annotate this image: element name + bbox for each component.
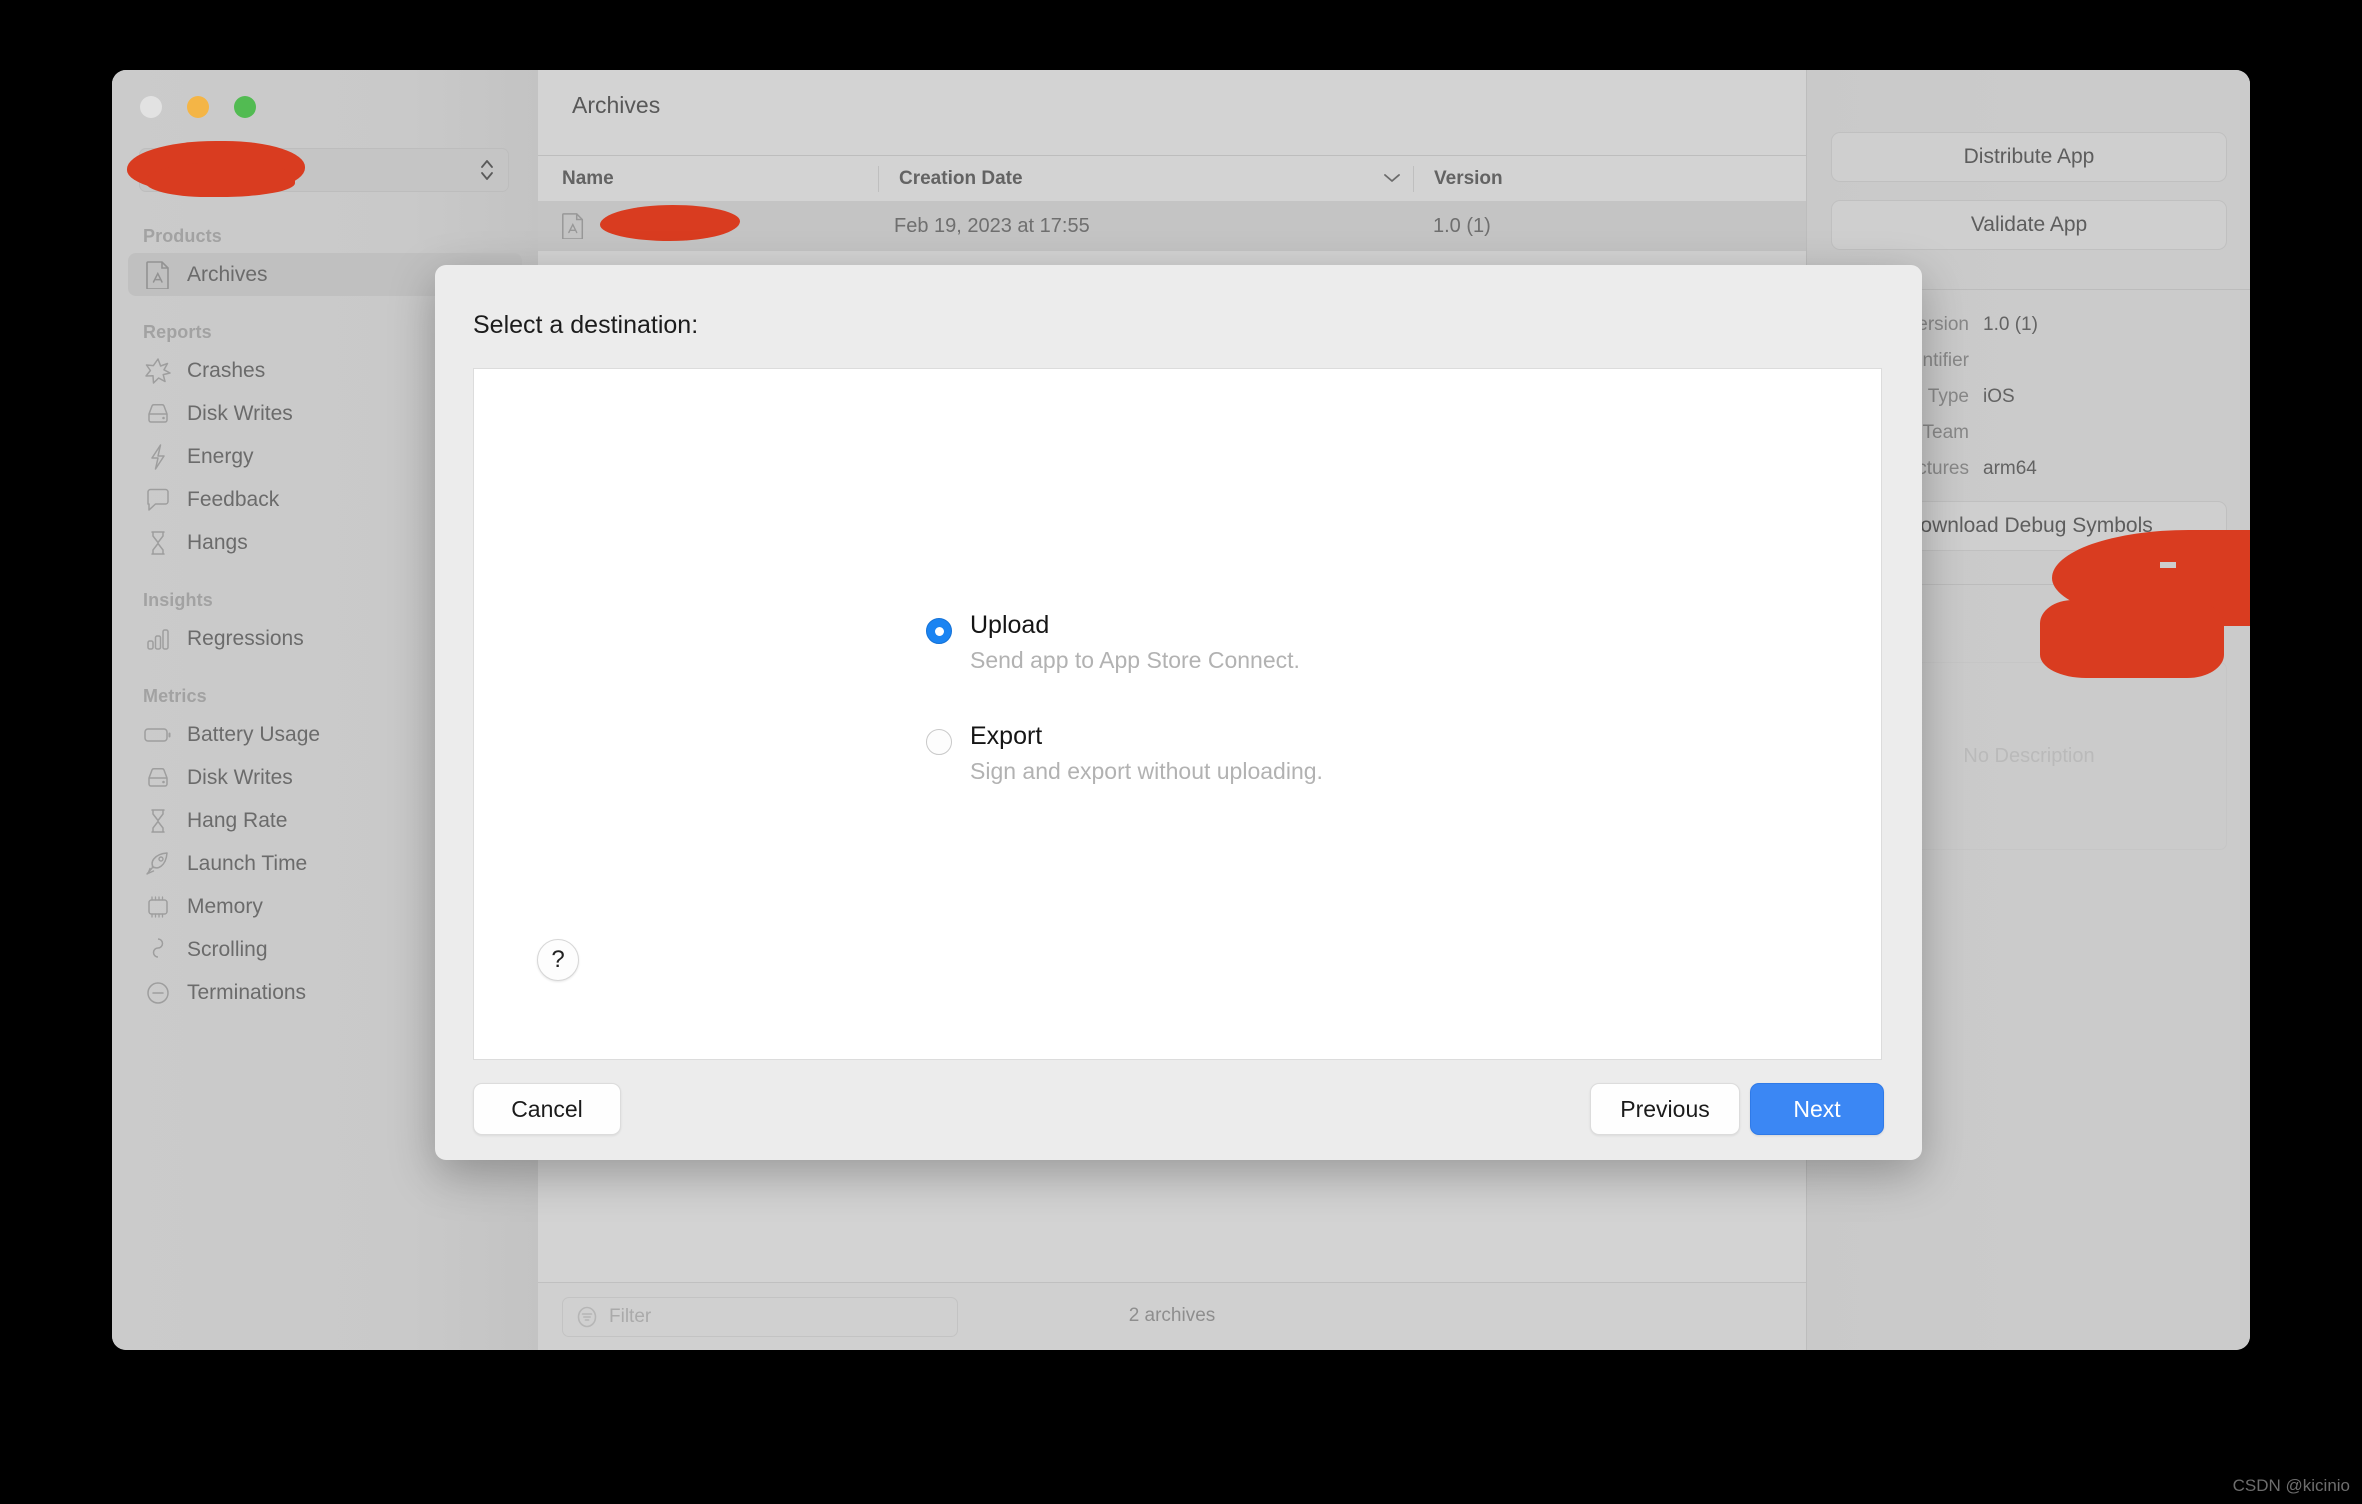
redacted-archive-name [600, 205, 740, 241]
sidebar-item-label: Regressions [187, 626, 304, 650]
zoom-window-button[interactable] [234, 96, 256, 118]
sidebar-item-label: Battery Usage [187, 722, 321, 746]
app-archive-icon [143, 260, 173, 290]
speech-bubble-icon [143, 485, 173, 515]
radio-upload-indicator[interactable] [926, 618, 952, 644]
distribution-destination-sheet: Select a destination: Upload Send app to… [435, 265, 1922, 1160]
screen: Products Archives Reports Crashes Disk W… [0, 0, 2362, 1504]
archive-count-status: 2 archives [1128, 1305, 1216, 1326]
column-header-name[interactable]: Name [562, 156, 614, 202]
distribute-app-button[interactable]: Distribute App [1831, 132, 2227, 182]
sidebar-item-label: Archives [187, 262, 268, 286]
radio-option-label: Export [970, 721, 1043, 750]
sidebar-item-label: Crashes [187, 358, 266, 382]
sidebar-item-label: Terminations [187, 980, 307, 1004]
row-creation-date: Feb 19, 2023 at 17:55 [894, 214, 1090, 237]
app-archive-icon [560, 213, 586, 240]
radio-option-export[interactable]: Export Sign and export without uploading… [926, 722, 1323, 785]
redaction-gap [2160, 562, 2176, 568]
radio-option-label: Upload [970, 611, 1050, 639]
memory-chip-icon [143, 892, 173, 922]
sidebar-item-label: Hang Rate [187, 808, 288, 832]
description-placeholder: No Description [1963, 744, 2095, 767]
column-header-creation-date[interactable]: Creation Date [878, 166, 1023, 192]
sidebar-item-label: Launch Time [187, 851, 308, 875]
minus-circle-icon [143, 978, 173, 1008]
destination-radio-group: Upload Send app to App Store Connect. Ex… [926, 611, 1323, 833]
validate-app-button[interactable]: Validate App [1831, 200, 2227, 250]
help-button[interactable]: ? [537, 939, 579, 981]
previous-button[interactable]: Previous [1590, 1083, 1740, 1135]
rocket-icon [143, 849, 173, 879]
table-header: Name Creation Date Version [538, 155, 1806, 203]
disk-icon [143, 399, 173, 429]
disk-icon [143, 763, 173, 793]
sidebar-item-label: Disk Writes [187, 765, 293, 789]
sheet-content-area: Upload Send app to App Store Connect. Ex… [473, 368, 1882, 1060]
sidebar-item-label: Memory [187, 894, 263, 918]
radio-option-upload[interactable]: Upload Send app to App Store Connect. [926, 611, 1323, 674]
row-version: 1.0 (1) [1433, 214, 1491, 237]
hourglass-icon [143, 806, 173, 836]
bar-chart-icon [143, 624, 173, 654]
watermark: CSDN @kicinio [2232, 1476, 2350, 1495]
sidebar-item-label: Energy [187, 444, 254, 468]
scheme-popup-button[interactable] [127, 141, 509, 197]
meta-value: arm64 [1983, 458, 2037, 479]
list-footer: Filter 2 archives [538, 1282, 1806, 1350]
sheet-title: Select a destination: [473, 311, 699, 339]
pane-title: Archives [572, 92, 661, 118]
meta-value: 1.0 (1) [1983, 314, 2038, 335]
radio-option-description: Send app to App Store Connect. [970, 646, 1300, 673]
sidebar-item-label: Disk Writes [187, 401, 293, 425]
bolt-icon [143, 442, 173, 472]
sidebar-group-products: Products [143, 226, 222, 246]
minimize-window-button[interactable] [187, 96, 209, 118]
close-window-button[interactable] [140, 96, 162, 118]
window-traffic-lights [140, 96, 256, 118]
sidebar-item-label: Hangs [187, 530, 248, 554]
chevron-down-icon [1381, 170, 1403, 190]
meta-value: iOS [1983, 386, 2015, 407]
sidebar-item-label: Feedback [187, 487, 280, 511]
cancel-button[interactable]: Cancel [473, 1083, 621, 1135]
chevron-updown-icon [479, 157, 495, 183]
radio-export-indicator[interactable] [926, 728, 952, 755]
column-header-version[interactable]: Version [1413, 166, 1503, 192]
redacted-scheme-name [127, 141, 305, 197]
sidebar-item-label: Scrolling [187, 937, 268, 961]
redacted-inspector-values-2 [2040, 600, 2224, 678]
sheet-footer: Cancel Previous Next [435, 1060, 1922, 1160]
battery-icon [143, 720, 173, 750]
hourglass-icon [143, 528, 173, 558]
next-button[interactable]: Next [1750, 1083, 1884, 1135]
star-burst-icon [143, 356, 173, 386]
radio-option-description: Sign and export without uploading. [970, 757, 1323, 784]
scroll-icon [143, 935, 173, 965]
table-row[interactable]: Feb 19, 2023 at 17:55 1.0 (1) [538, 201, 1806, 251]
